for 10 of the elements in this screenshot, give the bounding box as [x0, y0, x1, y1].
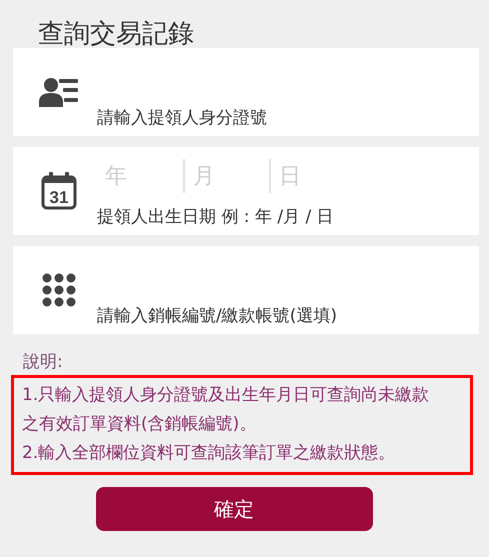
keypad-icon — [42, 273, 76, 307]
note-text: 1.只輸入提領人身分證號及出生年月日可查詢尚未繳款之有效訂單資料(含銷帳編號)。 — [22, 384, 430, 436]
field-label: 請輸入提領人身分證號 — [97, 107, 268, 130]
field-label: 提領人出生日期 例 : 年 /月 / 日 — [97, 206, 335, 229]
note-text: 2.輸入全部欄位資料可查詢該筆訂單之繳款狀態。 — [22, 442, 396, 465]
field-label: 請輸入銷帳編號/繳款帳號(選填) — [97, 305, 338, 328]
page-title: 查詢交易記錄 — [38, 18, 195, 51]
confirm-button[interactable]: 確定 — [96, 487, 372, 531]
note-heading: 說明: — [23, 351, 64, 373]
contact-card-icon — [39, 77, 79, 107]
